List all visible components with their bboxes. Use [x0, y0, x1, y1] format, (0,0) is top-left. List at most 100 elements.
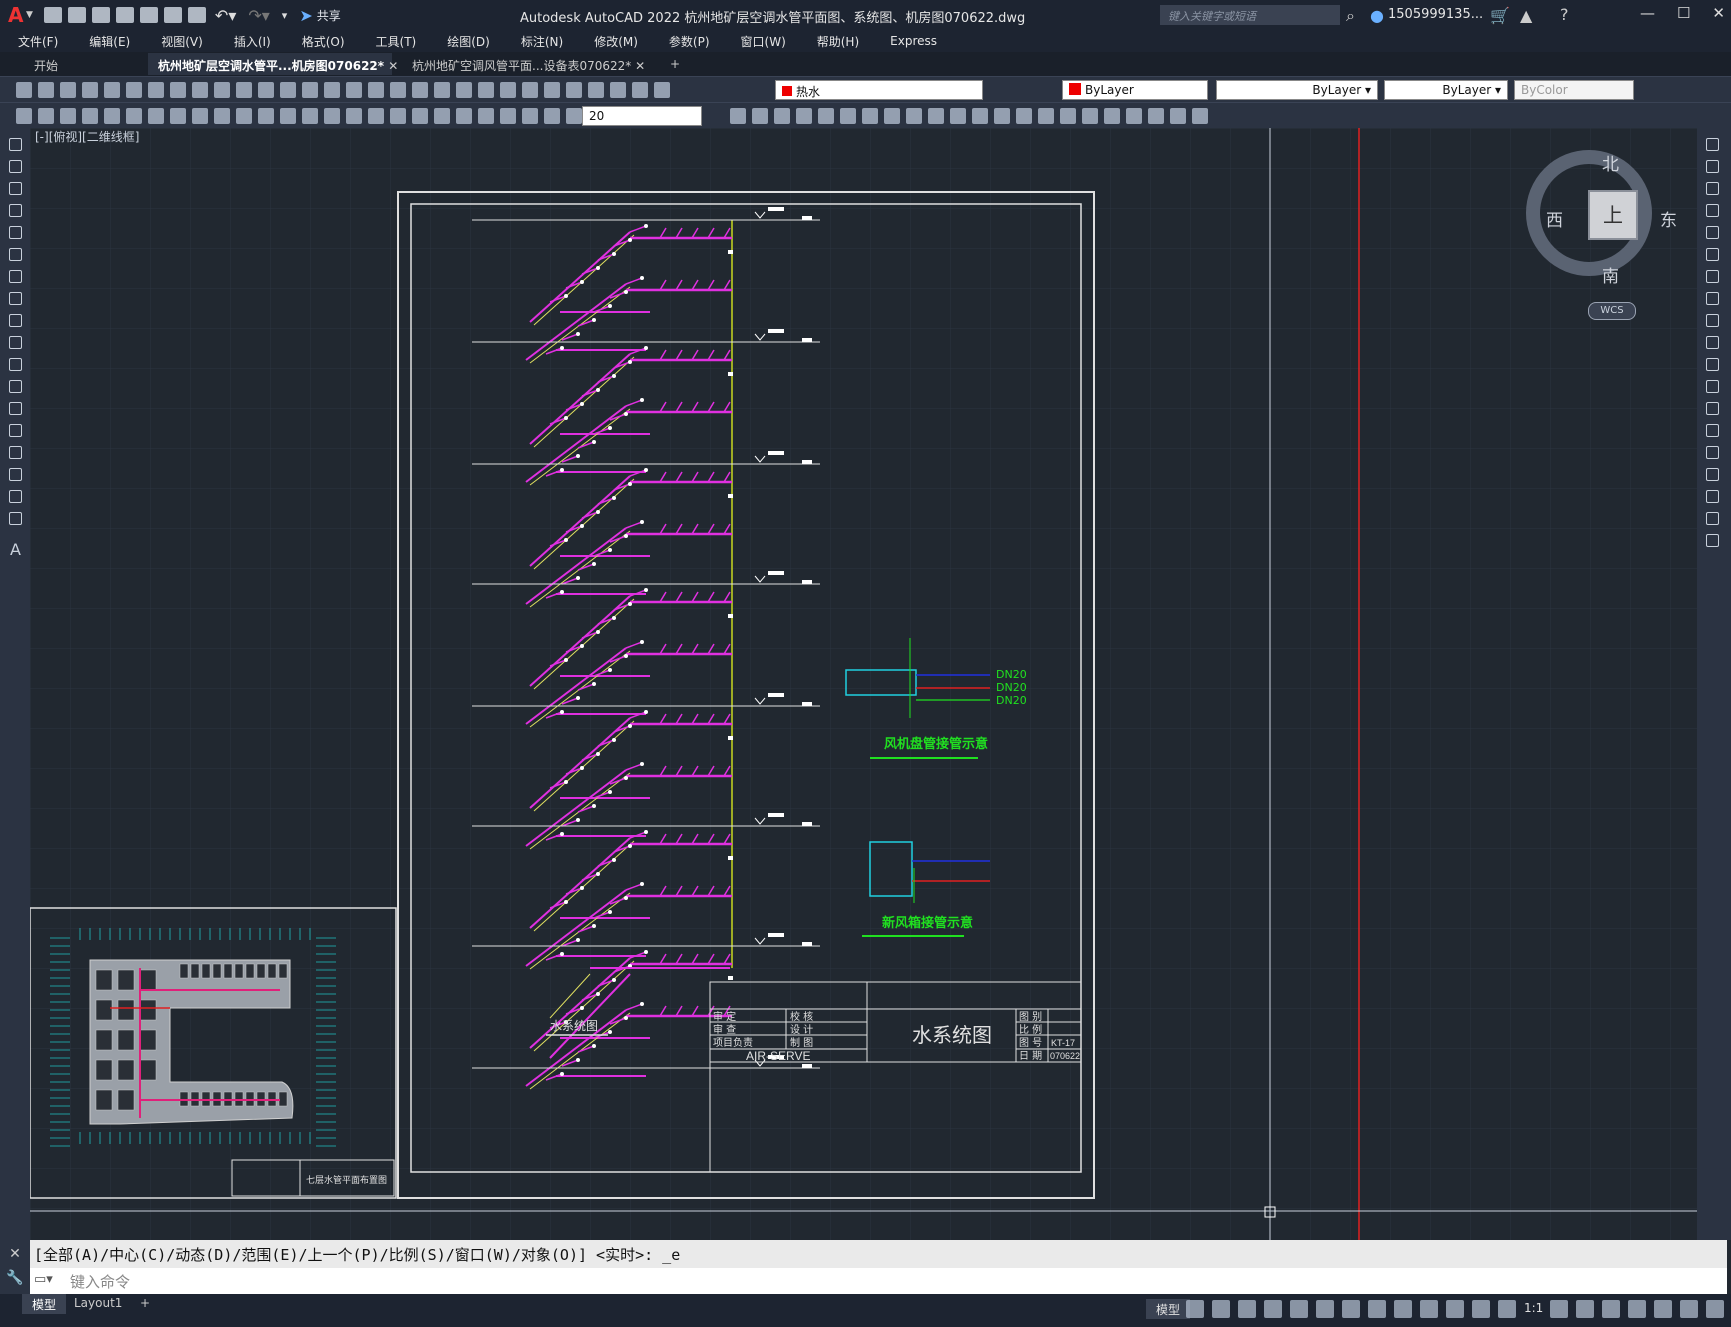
command-prompt-icon[interactable]: ▭▾ — [34, 1272, 53, 1287]
side-tool-icon[interactable] — [9, 292, 22, 305]
toolbar-tool-icon[interactable] — [774, 108, 790, 124]
menu-item[interactable]: 格式(O) — [302, 33, 345, 50]
toolbar-tool-icon[interactable] — [1148, 108, 1164, 124]
status-toggle-icon[interactable] — [1212, 1300, 1230, 1318]
customize-command-icon[interactable]: 🔧 — [0, 1270, 30, 1286]
toolbar-tool-icon[interactable] — [412, 82, 428, 98]
toolbar-tool-icon[interactable] — [302, 82, 318, 98]
viewcube-face[interactable]: 上 — [1588, 190, 1638, 240]
toolbar-tool-icon[interactable] — [390, 82, 406, 98]
toolbar-tool-icon[interactable] — [1104, 108, 1120, 124]
side-tool-icon[interactable] — [9, 204, 22, 217]
tab-close-icon[interactable]: ✕ — [388, 59, 398, 73]
status-toggle-icon[interactable] — [1186, 1300, 1204, 1318]
user-icon[interactable]: ● — [1370, 6, 1384, 25]
toolbar-tool-icon[interactable] — [324, 82, 340, 98]
menu-item[interactable]: 视图(V) — [161, 33, 203, 50]
close-button[interactable]: ✕ — [1712, 4, 1725, 22]
toolbar-tool-icon[interactable] — [82, 108, 98, 124]
menu-item[interactable]: 编辑(E) — [89, 33, 130, 50]
toolbar-tool-icon[interactable] — [170, 108, 186, 124]
side-tool-icon[interactable] — [1706, 248, 1719, 261]
toolbar-tool-icon[interactable] — [818, 108, 834, 124]
model-space-button[interactable]: 模型 — [1146, 1299, 1191, 1319]
toolbar-tool-icon[interactable] — [302, 108, 318, 124]
side-tool-icon[interactable] — [1706, 468, 1719, 481]
share-icon[interactable]: ➤ — [299, 6, 312, 25]
toolbar-tool-icon[interactable] — [1016, 108, 1032, 124]
toolbar-tool-icon[interactable] — [730, 108, 746, 124]
toolbar-tool-icon[interactable] — [60, 82, 76, 98]
tab-drawing-active[interactable]: 杭州地矿层空调水管平...机房图070622* ✕ — [148, 53, 398, 75]
toolbar-tool-icon[interactable] — [1170, 108, 1186, 124]
side-tool-icon[interactable] — [9, 512, 22, 525]
side-tool-icon[interactable] — [9, 336, 22, 349]
status-toggle-icon[interactable] — [1342, 1300, 1360, 1318]
side-tool-icon[interactable] — [9, 160, 22, 173]
side-tool-icon[interactable] — [9, 182, 22, 195]
toolbar-tool-icon[interactable] — [950, 108, 966, 124]
toolbar-tool-icon[interactable] — [500, 82, 516, 98]
side-tool-icon[interactable] — [1706, 314, 1719, 327]
undo-icon[interactable]: ↶▾ — [215, 6, 236, 25]
toolbar-tool-icon[interactable] — [588, 82, 604, 98]
save-web-icon[interactable] — [163, 7, 182, 23]
command-input[interactable]: 键入命令 — [30, 1268, 1727, 1294]
toolbar-tool-icon[interactable] — [862, 108, 878, 124]
side-tool-icon[interactable] — [1706, 226, 1719, 239]
menu-item[interactable]: 修改(M) — [594, 33, 638, 50]
app-menu-chevron-icon[interactable]: ▼ — [26, 10, 33, 20]
side-tool-icon[interactable] — [9, 248, 22, 261]
side-tool-icon[interactable] — [1706, 292, 1719, 305]
toolbar-tool-icon[interactable] — [346, 82, 362, 98]
search-input[interactable]: 键入关键字或短语 — [1160, 5, 1340, 25]
menu-item[interactable]: 标注(N) — [521, 33, 563, 50]
side-tool-icon[interactable] — [1706, 182, 1719, 195]
status-toggle-icon[interactable] — [1706, 1300, 1724, 1318]
status-toggle-icon[interactable] — [1446, 1300, 1464, 1318]
toolbar-tool-icon[interactable] — [994, 108, 1010, 124]
side-tool-icon[interactable] — [9, 314, 22, 327]
status-toggle-icon[interactable] — [1654, 1300, 1672, 1318]
redo-icon[interactable]: ↷▾ — [248, 6, 269, 25]
side-tool-icon[interactable] — [1706, 160, 1719, 173]
status-toggle-icon[interactable] — [1472, 1300, 1490, 1318]
viewcube-west[interactable]: 西 — [1546, 206, 1563, 231]
side-tool-icon[interactable] — [9, 358, 22, 371]
new-tab-icon[interactable]: + — [660, 53, 690, 75]
side-tool-icon[interactable] — [1706, 512, 1719, 525]
side-tool-icon[interactable] — [9, 138, 22, 151]
viewcube-north[interactable]: 北 — [1602, 150, 1619, 175]
menu-item[interactable]: 绘图(D) — [447, 33, 490, 50]
side-tool-icon[interactable] — [9, 446, 22, 459]
menu-item[interactable]: 工具(T) — [376, 33, 417, 50]
side-tool-icon[interactable] — [9, 490, 22, 503]
toolbar-tool-icon[interactable] — [522, 82, 538, 98]
side-tool-icon[interactable] — [1706, 490, 1719, 503]
toolbar-tool-icon[interactable] — [522, 108, 538, 124]
layout-tab-layout1[interactable]: Layout1 — [64, 1294, 132, 1314]
toolbar-tool-icon[interactable] — [38, 82, 54, 98]
side-tool-icon[interactable] — [9, 468, 22, 481]
side-tool-icon[interactable] — [9, 380, 22, 393]
toolbar-tool-icon[interactable] — [236, 82, 252, 98]
toolbar-tool-icon[interactable] — [544, 108, 560, 124]
plotstyle-dropdown[interactable]: ByColor — [1514, 80, 1634, 100]
status-toggle-icon[interactable] — [1576, 1300, 1594, 1318]
side-tool-icon[interactable] — [9, 402, 22, 415]
color-dropdown[interactable]: ByLayer — [1062, 80, 1208, 100]
maximize-button[interactable]: ☐ — [1677, 4, 1690, 22]
dim-style-dropdown[interactable]: 20 — [582, 106, 702, 126]
toolbar-tool-icon[interactable] — [82, 82, 98, 98]
status-toggle-icon[interactable] — [1628, 1300, 1646, 1318]
toolbar-tool-icon[interactable] — [840, 108, 856, 124]
open-file-icon[interactable] — [67, 7, 86, 23]
menu-item[interactable]: 文件(F) — [18, 33, 58, 50]
toolbar-tool-icon[interactable] — [258, 108, 274, 124]
side-tool-icon[interactable] — [1706, 204, 1719, 217]
new-file-icon[interactable] — [43, 7, 62, 23]
side-tool-icon[interactable] — [9, 424, 22, 437]
autocad-logo-icon[interactable]: A — [8, 3, 26, 27]
toolbar-tool-icon[interactable] — [456, 108, 472, 124]
side-tool-icon[interactable] — [1706, 336, 1719, 349]
